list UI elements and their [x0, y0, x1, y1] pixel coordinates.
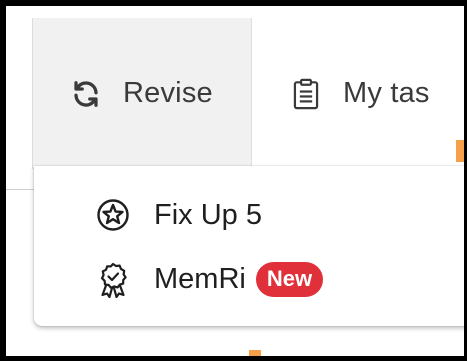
accent-marker-bottom [249, 350, 261, 356]
accent-marker-right [456, 140, 464, 162]
clipboard-icon [291, 78, 321, 109]
nav-left-spacer [6, 18, 33, 169]
tab-revise[interactable]: Revise [33, 18, 252, 169]
revise-dropdown-menu: Fix Up 5 MemRi New [34, 166, 464, 326]
award-ribbon-icon [96, 262, 130, 298]
tab-revise-label: Revise [123, 77, 213, 109]
menu-item-memri-label: MemRi [154, 263, 246, 295]
menu-item-fix-up-5[interactable]: Fix Up 5 [96, 198, 262, 232]
tab-my-tasks-label: My tas [343, 77, 430, 109]
page-left-rule [6, 189, 36, 190]
refresh-icon [71, 79, 101, 109]
screenshot-frame: Revise My tas Fix Up 5 MemRi New [0, 0, 467, 361]
tab-my-tasks[interactable]: My tas [253, 18, 464, 169]
star-badge-icon [96, 198, 130, 232]
menu-item-fix-up-5-label: Fix Up 5 [154, 198, 262, 231]
app-viewport: Revise My tas Fix Up 5 MemRi New [6, 6, 464, 356]
menu-item-memri[interactable]: MemRi New [96, 262, 324, 298]
new-badge: New [255, 262, 324, 297]
top-nav-bar: Revise My tas [6, 18, 464, 169]
